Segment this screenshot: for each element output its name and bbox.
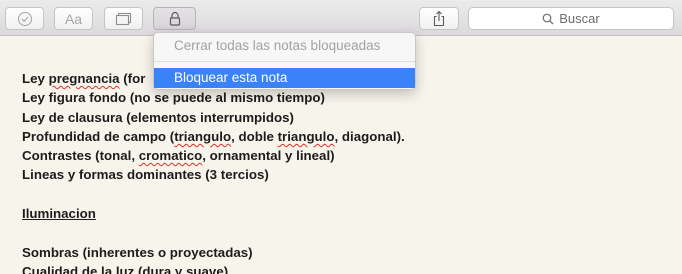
- text-format-icon: Aa: [64, 10, 83, 27]
- note-line: Sombras (inherentes o proyectadas): [22, 244, 253, 260]
- menu-separator: [154, 61, 415, 62]
- lock-dropdown-menu: Cerrar todas las notas bloqueadas Bloque…: [153, 32, 416, 90]
- menu-item-lock-this-note[interactable]: Bloquear esta nota: [154, 68, 415, 88]
- misspelled-word: triangulo: [174, 128, 232, 144]
- note-line: Contrastes (tonal, cromatico, ornamental…: [22, 148, 335, 164]
- share-icon: [433, 10, 445, 27]
- checkmark-circle-icon: [17, 11, 32, 26]
- format-button[interactable]: Aa: [54, 7, 93, 30]
- section-heading: Iluminacion: [22, 206, 96, 222]
- search-icon: [542, 13, 554, 24]
- table-button[interactable]: [104, 7, 143, 30]
- note-line: Ley figura fondo (no se puede al mismo t…: [22, 90, 325, 106]
- table-icon: [115, 12, 131, 25]
- misspelled-word: cromatico: [138, 148, 203, 164]
- note-body[interactable]: Ley pregnancia (for Ley figura fondo (no…: [22, 69, 672, 274]
- misspelled-word: pregnancia: [48, 71, 120, 86]
- note-line: Cualidad de la luz (dura y suave): [22, 263, 229, 274]
- menu-item-close-all-locked: Cerrar todas las notas bloqueadas: [174, 38, 381, 53]
- note-line: Ley de clausura (elementos interrumpidos…: [22, 109, 294, 125]
- share-button[interactable]: [419, 7, 459, 30]
- note-line: Profundidad de campo (triangulo, doble t…: [22, 128, 405, 144]
- lock-icon: [169, 11, 180, 26]
- search-placeholder: Buscar: [559, 11, 600, 26]
- lock-button[interactable]: [153, 7, 196, 30]
- search-field[interactable]: Buscar: [468, 7, 674, 30]
- misspelled-word: triangulo: [277, 128, 335, 144]
- notes-window: Aa Buscar Ley pregnancia (for Ley figura…: [0, 0, 682, 274]
- checklist-button[interactable]: [5, 7, 44, 30]
- note-line: Lineas y formas dominantes (3 tercios): [22, 167, 269, 183]
- toolbar: Aa Buscar: [0, 0, 682, 36]
